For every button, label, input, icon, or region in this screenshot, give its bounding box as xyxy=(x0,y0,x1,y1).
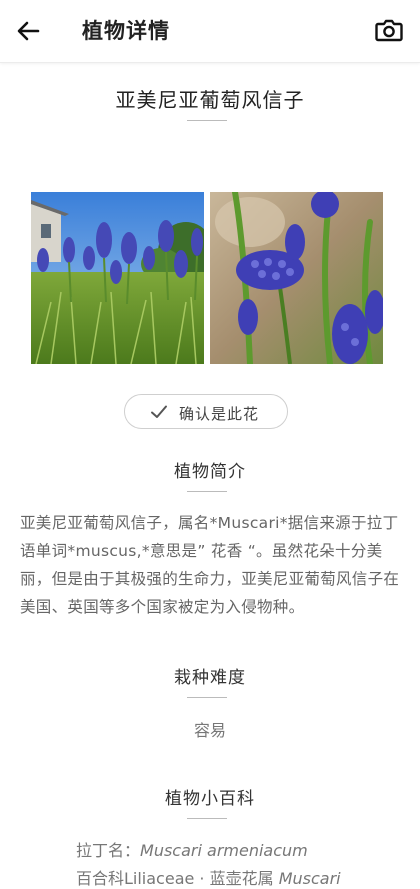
family-text: 百合科Liliaceae · 蓝壶花属 xyxy=(76,869,279,888)
plant-photo-2[interactable] xyxy=(210,192,383,364)
plant-name: 亚美尼亚葡萄风信子 xyxy=(115,88,305,112)
latin-name-value: Muscari armeniacum xyxy=(140,841,308,860)
confirm-label: 确认是此花 xyxy=(179,405,260,423)
name-divider xyxy=(187,120,227,121)
camera-button[interactable] xyxy=(374,15,404,45)
app-bar: 植物详情 xyxy=(0,0,420,63)
latin-name-line: 拉丁名：Muscari armeniacum xyxy=(76,837,308,861)
encyclopedia-divider xyxy=(187,818,227,819)
encyclopedia-title: 植物小百科 xyxy=(165,789,255,809)
genus-value: Muscari xyxy=(278,869,341,888)
grape-hyacinth-field-photo xyxy=(31,192,204,364)
intro-text: 亚美尼亚葡萄风信子，属名*Muscari*据信来源于拉丁语单词*muscus,*… xyxy=(20,514,400,616)
intro-title: 植物简介 xyxy=(174,462,246,482)
back-button[interactable] xyxy=(14,16,44,46)
grape-hyacinth-closeup-photo xyxy=(210,192,383,364)
family-genus-line: 百合科Liliaceae · 蓝壶花属 Muscari xyxy=(76,865,341,889)
confirm-flower-button[interactable]: 确认是此花 xyxy=(124,394,288,429)
arrow-left-icon xyxy=(17,21,40,41)
latin-name-label: 拉丁名： xyxy=(76,841,141,860)
difficulty-title: 栽种难度 xyxy=(174,668,246,688)
plant-photo-1[interactable] xyxy=(31,192,204,364)
page-title: 植物详情 xyxy=(82,19,170,43)
difficulty-divider xyxy=(187,697,227,698)
camera-icon xyxy=(375,19,403,42)
check-icon xyxy=(151,405,167,418)
difficulty-value: 容易 xyxy=(193,721,226,740)
intro-divider xyxy=(187,491,227,492)
